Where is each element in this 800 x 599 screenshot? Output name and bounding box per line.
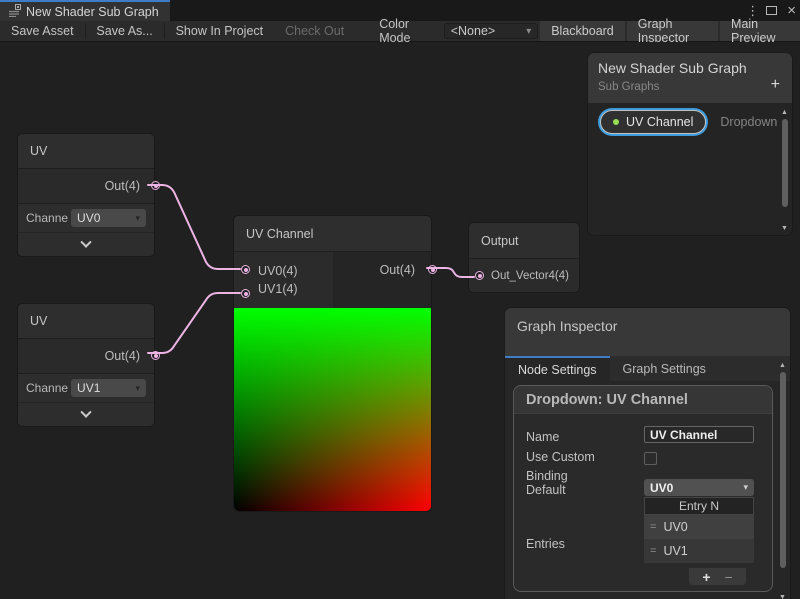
- entries-list-footer: + −: [689, 568, 746, 585]
- color-mode-label: Color Mode: [355, 21, 444, 41]
- blackboard-list: UV Channel Dropdown ▲ ▼: [588, 103, 792, 235]
- scrollbar-thumb[interactable]: [782, 119, 788, 207]
- dropdown-settings-section: Dropdown: UV Channel Name UV Channel Use…: [513, 385, 773, 592]
- node-uv-1[interactable]: UV Out(4) Channe UV0 ▾: [17, 133, 155, 257]
- scroll-down-icon[interactable]: ▼: [779, 594, 786, 599]
- port-label-out: Out(4): [105, 179, 140, 193]
- node-output[interactable]: Output Out_Vector4(4): [468, 222, 580, 293]
- inspector-tabs: Node Settings Graph Settings: [505, 356, 790, 381]
- chevron-down-icon: [80, 406, 91, 417]
- collapse-button[interactable]: [18, 402, 154, 426]
- tab-node-settings[interactable]: Node Settings: [505, 356, 610, 381]
- check-out-button: Check Out: [274, 21, 355, 41]
- channel-label: Channe: [26, 211, 68, 225]
- default-dropdown[interactable]: UV0 ▾: [644, 479, 754, 496]
- chevron-down-icon: [80, 236, 91, 247]
- collapse-button[interactable]: [18, 232, 154, 256]
- section-title: Dropdown: UV Channel: [514, 386, 772, 414]
- chevron-down-icon: ▾: [526, 26, 531, 37]
- node-uv-2[interactable]: UV Out(4) Channe UV1 ▾: [17, 303, 155, 427]
- entries-label: Entries: [526, 537, 565, 551]
- name-input[interactable]: UV Channel: [644, 426, 754, 443]
- node-title: UV Channel: [234, 216, 431, 252]
- drag-handle-icon[interactable]: =: [650, 545, 655, 557]
- use-custom-binding-label: Use Custom Binding: [526, 448, 638, 486]
- inspector-scrollbar[interactable]: ▲ ▼: [778, 362, 787, 599]
- remove-entry-button[interactable]: −: [725, 570, 733, 584]
- blackboard-header: New Shader Sub Graph Sub Graphs +: [588, 53, 792, 103]
- node-title: UV: [18, 304, 154, 339]
- entry-row-uv0[interactable]: = UV0: [644, 515, 754, 539]
- scroll-up-icon[interactable]: ▲: [779, 362, 786, 370]
- node-title: Output: [469, 223, 579, 259]
- node-uv-channel[interactable]: UV Channel UV0(4) UV1(4) Out(4): [233, 215, 432, 512]
- blackboard-panel[interactable]: New Shader Sub Graph Sub Graphs + UV Cha…: [588, 53, 792, 235]
- entry-value: UV1: [663, 544, 687, 558]
- blackboard-item-uv-channel[interactable]: UV Channel Dropdown: [600, 110, 777, 134]
- channel-label: Channe: [26, 381, 68, 395]
- close-icon[interactable]: ×: [787, 3, 796, 18]
- entries-column-header: Entry N: [644, 497, 754, 515]
- drag-handle-icon[interactable]: =: [650, 521, 655, 533]
- color-mode-dropdown[interactable]: <None> ▾: [444, 23, 538, 39]
- tab-new-shader-sub-graph[interactable]: New Shader Sub Graph: [0, 0, 170, 21]
- default-label: Default: [526, 483, 566, 497]
- scroll-up-icon[interactable]: ▲: [781, 109, 788, 117]
- blackboard-subtitle: Sub Graphs: [598, 81, 782, 93]
- chevron-down-icon: ▾: [135, 213, 140, 224]
- shader-graph-window: New Shader Sub Graph ⋮ × Save Asset Save…: [0, 0, 800, 599]
- exposed-dot-icon: [613, 119, 619, 125]
- channel-dropdown[interactable]: UV1 ▾: [71, 379, 146, 397]
- blackboard-toggle-button[interactable]: Blackboard: [538, 21, 625, 41]
- chevron-down-icon: ▾: [743, 482, 748, 493]
- name-label: Name: [526, 430, 559, 444]
- property-type: Dropdown: [720, 115, 777, 129]
- subgraph-icon: [8, 4, 21, 20]
- uv-gradient-preview: [234, 308, 431, 511]
- chevron-down-icon: ▾: [135, 383, 140, 394]
- color-mode-value: <None>: [451, 24, 495, 38]
- use-custom-binding-checkbox[interactable]: [644, 452, 657, 465]
- property-name: UV Channel: [626, 115, 693, 129]
- input-port-uv0[interactable]: [241, 265, 250, 274]
- entry-value: UV0: [663, 520, 687, 534]
- blackboard-scrollbar[interactable]: ▲ ▼: [780, 109, 789, 233]
- graph-inspector-toggle-button[interactable]: Graph Inspector: [625, 21, 718, 41]
- save-as-button[interactable]: Save As...: [85, 21, 163, 41]
- output-port[interactable]: [151, 181, 160, 190]
- maximize-icon[interactable]: [766, 6, 777, 15]
- main-preview-toggle-button[interactable]: Main Preview: [718, 21, 800, 41]
- property-pill[interactable]: UV Channel: [600, 110, 706, 134]
- entry-row-uv1[interactable]: = UV1: [644, 539, 754, 563]
- input-port-uv1[interactable]: [241, 289, 250, 298]
- port-label-out: Out(4): [380, 263, 415, 277]
- edge-uv2-to-uvchannel: [148, 293, 240, 353]
- scrollbar-thumb[interactable]: [780, 372, 786, 568]
- port-label-out-vector4: Out_Vector4(4): [491, 270, 569, 282]
- save-asset-button[interactable]: Save Asset: [0, 21, 85, 41]
- output-port[interactable]: [428, 265, 437, 274]
- graph-canvas[interactable]: UV Out(4) Channe UV0 ▾ UV Out(4) C: [0, 42, 800, 599]
- port-label-uv0: UV0(4): [258, 264, 333, 278]
- blackboard-title: New Shader Sub Graph: [598, 60, 782, 76]
- tab-title: New Shader Sub Graph: [26, 5, 159, 19]
- graph-inspector-title: Graph Inspector: [505, 308, 790, 356]
- port-label-out: Out(4): [105, 349, 140, 363]
- input-port[interactable]: [475, 271, 484, 280]
- output-port[interactable]: [151, 351, 160, 360]
- add-property-button[interactable]: +: [771, 77, 780, 93]
- tab-graph-settings[interactable]: Graph Settings: [610, 356, 719, 381]
- node-title: UV: [18, 134, 154, 169]
- add-entry-button[interactable]: +: [702, 570, 710, 584]
- show-in-project-button[interactable]: Show In Project: [165, 21, 275, 41]
- graph-inspector-panel[interactable]: Graph Inspector Node Settings Graph Sett…: [505, 308, 790, 599]
- channel-dropdown[interactable]: UV0 ▾: [71, 209, 146, 227]
- edge-uv1-to-uvchannel: [148, 185, 240, 269]
- scroll-down-icon[interactable]: ▼: [781, 225, 788, 233]
- default-value: UV0: [650, 481, 673, 495]
- port-label-uv1: UV1(4): [258, 282, 333, 296]
- entries-list: Entry N = UV0 = UV1: [644, 497, 754, 563]
- toolbar: Save Asset Save As... Show In Project Ch…: [0, 21, 800, 42]
